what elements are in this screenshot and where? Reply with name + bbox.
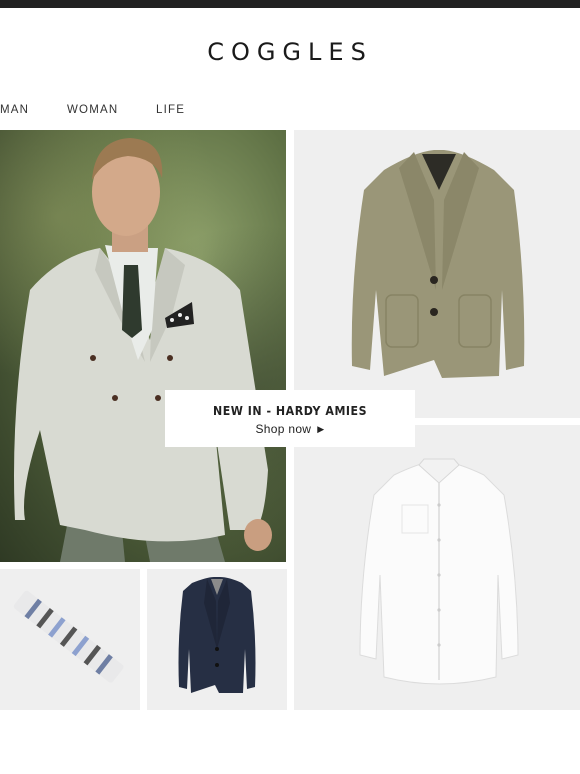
promo-title: NEW IN - HARDY AMIES [212,403,368,418]
white-shirt-image [359,458,519,685]
khaki-blazer-image [351,150,525,378]
product-tile-khaki-blazer[interactable] [294,130,580,418]
shop-now-link[interactable]: Shop now ▶ [165,422,415,436]
product-tile-navy-blazer[interactable] [147,569,287,710]
model-illustration [14,138,272,562]
nav-item-woman[interactable]: WOMAN [67,104,118,116]
hero-model-image[interactable] [0,130,286,562]
shop-now-label: Shop now [255,422,312,436]
navy-blazer-image [178,577,256,693]
product-tile-white-shirt[interactable] [294,425,580,710]
caret-right-icon: ▶ [317,424,325,434]
top-bar [0,0,580,8]
nav-item-life[interactable]: LIFE [156,104,185,116]
striped-tie-image [13,590,124,683]
brand-logo[interactable]: COGGLES [0,38,580,66]
nav-item-man[interactable]: MAN [0,104,29,116]
product-tile-striped-tie[interactable] [0,569,140,710]
promo-card[interactable]: NEW IN - HARDY AMIES Shop now ▶ [165,390,415,447]
